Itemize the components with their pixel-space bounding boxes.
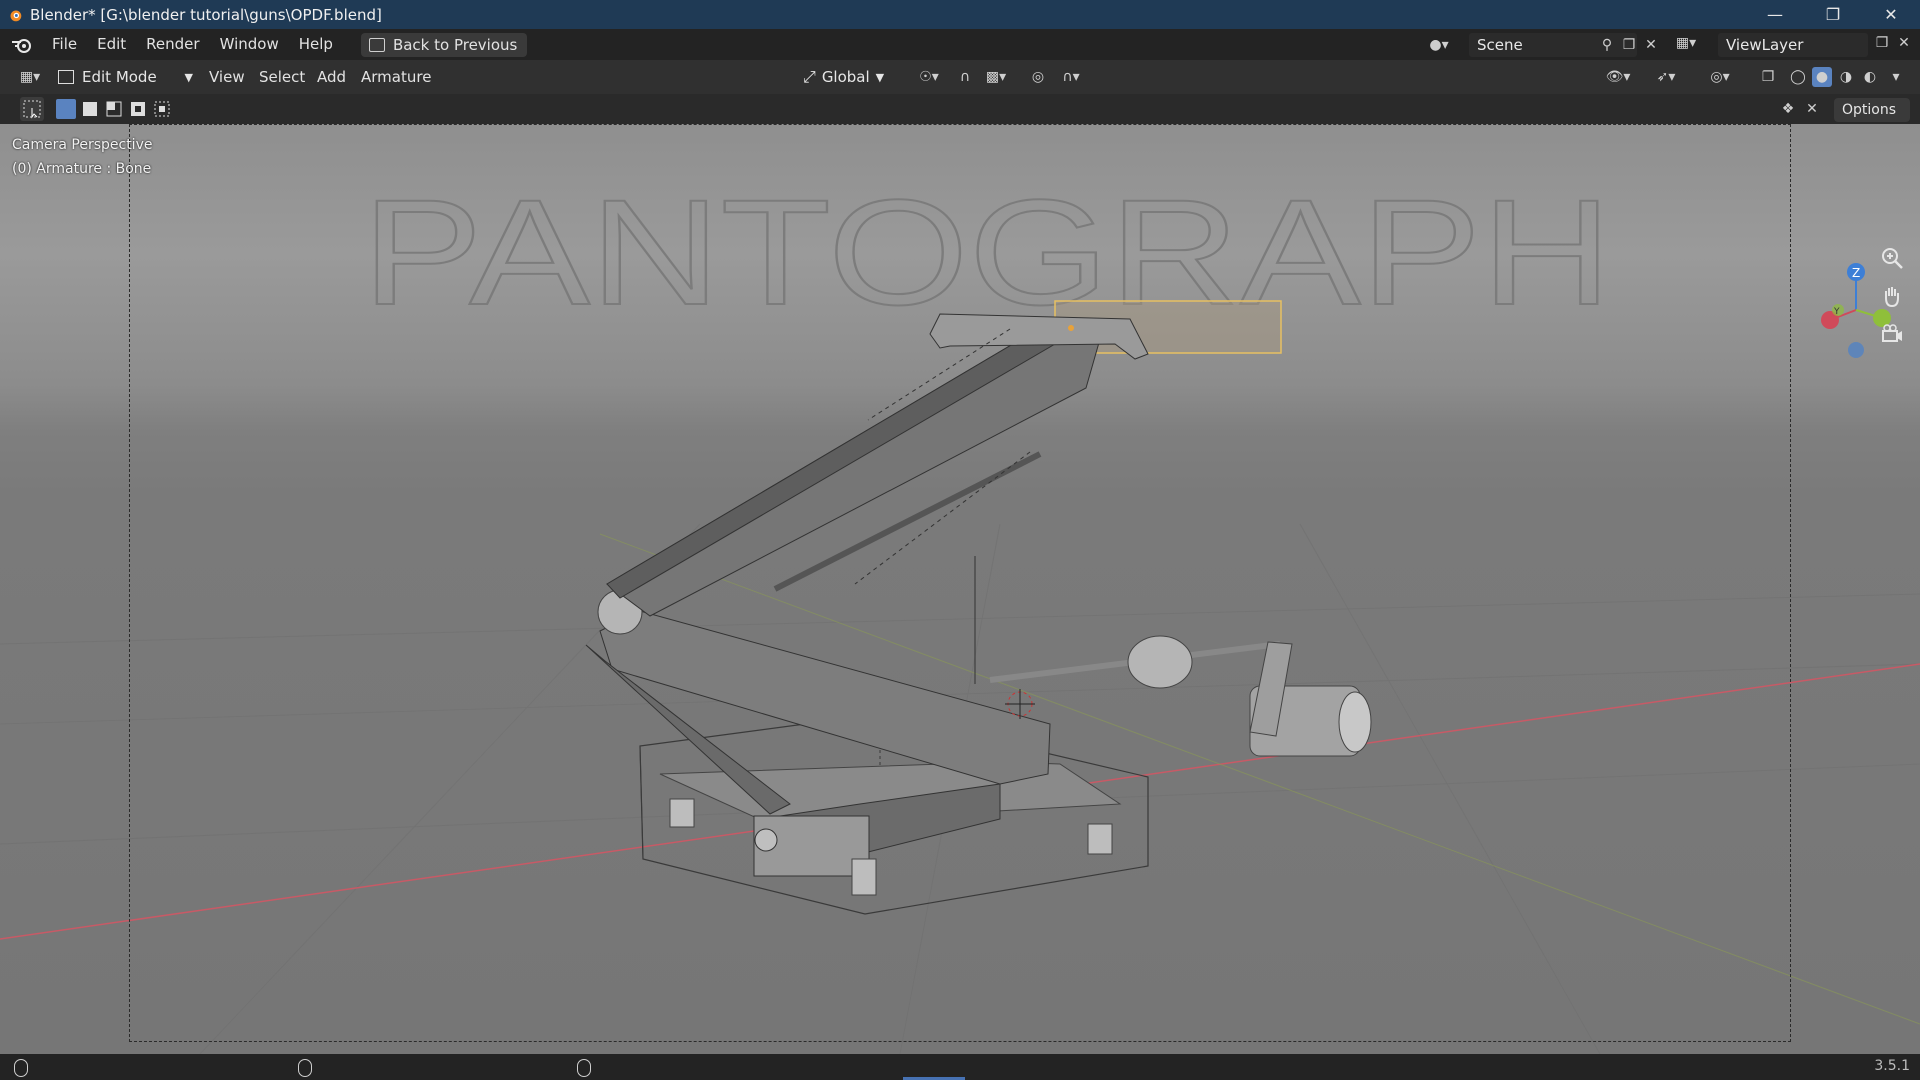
select-mode-intersect-icon[interactable] — [152, 99, 172, 119]
menu-select[interactable]: Select — [259, 60, 305, 94]
scene-icon[interactable]: ●▾ — [1429, 35, 1449, 55]
overlays-icon[interactable]: ◎▾ — [1700, 67, 1740, 87]
menu-edit[interactable]: Edit — [87, 29, 136, 60]
orientation-icon: ⤢ — [803, 67, 816, 86]
close-button[interactable]: ✕ — [1862, 0, 1920, 29]
blender-logo-icon — [10, 10, 22, 21]
status-bar: 3.5.1 — [0, 1054, 1920, 1080]
restore-button[interactable]: ❐ — [1804, 0, 1862, 29]
snap-magnet-icon[interactable]: ∩ — [955, 67, 975, 87]
select-mode-extend-icon[interactable] — [80, 99, 100, 119]
wireframe-shading-icon[interactable]: ◯ — [1788, 67, 1808, 87]
menu-window[interactable]: Window — [210, 29, 289, 60]
viewport-header: ▦▾ Edit Mode ▼ View Select Add Armature … — [0, 60, 1920, 94]
viewport-object-info: (0) Armature : Bone — [12, 161, 152, 177]
edit-mode-icon — [58, 70, 74, 84]
pin-icon[interactable]: ⚲ — [1597, 35, 1617, 55]
menu-view[interactable]: View — [209, 60, 245, 94]
window-title: Blender* [G:\blender tutorial\guns\OPDF.… — [30, 5, 382, 24]
snap-target-icon[interactable]: ▩▾ — [980, 67, 1012, 87]
back-to-previous-label: Back to Previous — [392, 35, 518, 54]
orientation-label: Global — [821, 68, 870, 86]
menu-help[interactable]: Help — [289, 29, 343, 60]
editor-type-icon[interactable]: ▦▾ — [12, 67, 48, 87]
camera-view-icon[interactable] — [1875, 317, 1909, 351]
back-to-previous-button[interactable]: Back to Previous — [360, 32, 528, 57]
3d-viewport[interactable]: PANTOGRAPH Camera Perspective (0) Armatu… — [0, 124, 1920, 1054]
select-mode-new-icon[interactable] — [56, 99, 76, 119]
blender-version: 3.5.1 — [1874, 1058, 1910, 1074]
material-shading-icon[interactable]: ◑ — [1836, 67, 1856, 87]
mode-label: Edit Mode — [82, 68, 157, 86]
mode-dropdown[interactable]: Edit Mode ▼ — [58, 65, 193, 89]
menu-file[interactable]: File — [42, 29, 87, 60]
zoom-icon[interactable] — [1875, 241, 1909, 275]
solid-shading-icon[interactable]: ● — [1812, 67, 1832, 87]
rendered-shading-icon[interactable]: ◐ — [1860, 67, 1880, 87]
select-tool-icon[interactable] — [20, 97, 44, 121]
scene-selector: ●▾ Scene ⚲ ❐ ✕ — [1423, 33, 1693, 57]
visibility-icon[interactable]: 👁▾ — [1600, 67, 1636, 87]
proportional-edit-icon[interactable]: ◎ — [1028, 67, 1048, 87]
xray-icon[interactable]: ❐ — [1758, 67, 1778, 87]
viewport-view-info: Camera Perspective — [12, 137, 153, 153]
falloff-icon[interactable]: ∩▾ — [1054, 67, 1088, 87]
chevron-down-icon: ▼ — [184, 70, 193, 84]
options-dropdown[interactable]: Options ▼ — [1834, 98, 1910, 141]
view-layer-icon[interactable]: ▦▾ — [1676, 33, 1696, 53]
new-view-layer-icon[interactable]: ❐ — [1872, 33, 1892, 53]
transform-orientation-dropdown[interactable]: ⤢ Global ▼ — [803, 65, 884, 89]
view-layer-selector: ▦▾ ViewLayer ❐ ✕ — [1672, 33, 1920, 57]
pan-hand-icon[interactable] — [1875, 279, 1909, 313]
window-controls: — ❐ ✕ — [1746, 0, 1920, 29]
gizmo-y-label: Y — [1833, 307, 1840, 317]
gizmo-toggle-icon[interactable]: ➶▾ — [1646, 67, 1686, 87]
close-overlay-icon[interactable]: ✕ — [1802, 99, 1822, 119]
mouse-right-icon — [577, 1059, 591, 1077]
menu-armature[interactable]: Armature — [361, 60, 431, 94]
minimize-button[interactable]: — — [1746, 0, 1804, 29]
pivot-point-icon[interactable]: ☉▾ — [913, 67, 945, 87]
menu-render[interactable]: Render — [136, 29, 209, 60]
select-mode-subtract-icon[interactable] — [104, 99, 124, 119]
shading-options-icon[interactable]: ▾ — [1886, 67, 1906, 87]
options-label: Options — [1842, 102, 1897, 118]
tool-settings-row: ❖ ✕ — [0, 94, 1920, 124]
new-scene-icon[interactable]: ❐ — [1619, 35, 1639, 55]
camera-frame — [129, 124, 1791, 1042]
remove-view-layer-icon[interactable]: ✕ — [1894, 33, 1914, 53]
gizmo-overlay-toggle-icon[interactable]: ❖ — [1778, 99, 1798, 119]
menu-add[interactable]: Add — [317, 60, 346, 94]
blender-menu-icon[interactable] — [10, 33, 34, 57]
title-bar: Blender* [G:\blender tutorial\guns\OPDF.… — [0, 0, 1920, 29]
chevron-down-icon: ▼ — [875, 70, 885, 84]
back-icon — [368, 37, 385, 52]
mouse-middle-icon — [298, 1059, 312, 1077]
remove-scene-icon[interactable]: ✕ — [1641, 35, 1661, 55]
view-layer-field[interactable]: ViewLayer — [1718, 33, 1868, 57]
select-mode-invert-icon[interactable] — [128, 99, 148, 119]
gizmo-z-label: Z — [1852, 266, 1860, 280]
mouse-left-icon — [14, 1059, 28, 1077]
